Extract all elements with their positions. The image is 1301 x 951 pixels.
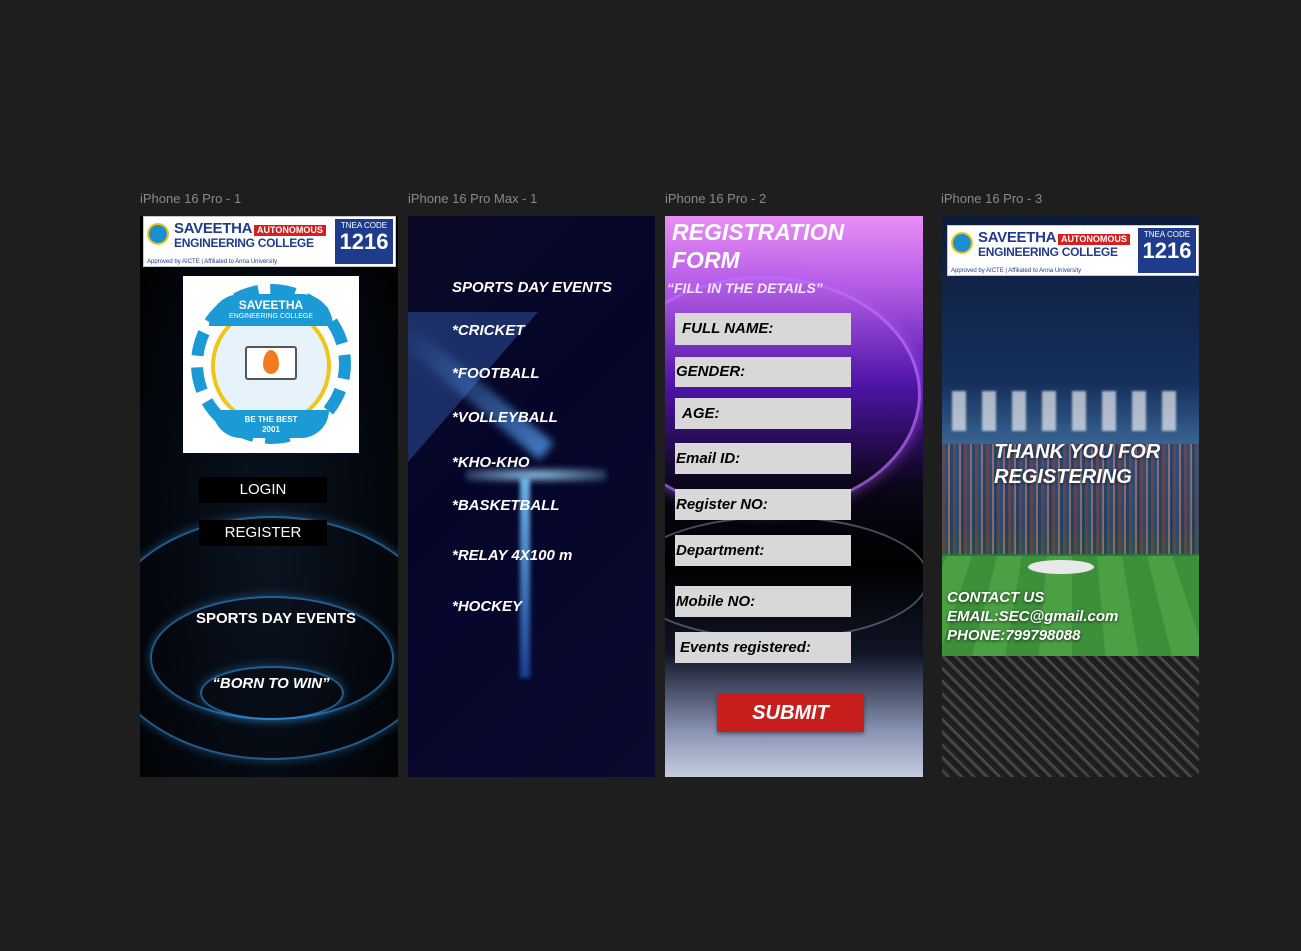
gender-field[interactable]: GENDER:	[675, 357, 851, 387]
logo-motto: BE THE BEST	[244, 415, 298, 424]
college-logo: SAVEETHA ENGINEERING COLLEGE BE THE BEST…	[183, 276, 359, 453]
frame-label-form[interactable]: iPhone 16 Pro - 2	[665, 191, 766, 206]
event-item: *CRICKET	[452, 322, 525, 339]
contact-phone[interactable]: PHONE:799798088	[947, 627, 1080, 644]
tnea-code-box: TNEA CODE 1216	[1138, 228, 1196, 273]
registration-screen: REGISTRATION FORM “FILL IN THE DETAILS” …	[665, 216, 923, 777]
autonomous-badge: AUTONOMOUS	[254, 225, 326, 236]
banner-approval: Approved by AICTE | Affiliated to Anna U…	[951, 268, 1082, 274]
logo-subtitle: ENGINEERING COLLEGE	[228, 313, 314, 320]
purple-glow-ring	[665, 276, 921, 512]
college-banner: SAVEETHA ENGINEERING COLLEGE AUTONOMOUS …	[947, 225, 1199, 276]
logo-year: 2001	[262, 425, 280, 434]
frame-label-events[interactable]: iPhone 16 Pro Max - 1	[408, 191, 537, 206]
contact-title: CONTACT US	[947, 589, 1045, 606]
home-screen: SAVEETHA ENGINEERING COLLEGE AUTONOMOUS …	[140, 216, 398, 777]
event-item: *HOCKEY	[452, 598, 523, 615]
events-title: SPORTS DAY EVENTS	[452, 279, 613, 296]
college-banner: SAVEETHA ENGINEERING COLLEGE AUTONOMOUS …	[143, 216, 396, 267]
full-name-field[interactable]: FULL NAME:	[675, 313, 851, 345]
email-field[interactable]: Email ID:	[675, 443, 851, 474]
form-title-line2: FORM	[672, 247, 740, 273]
thank-you-screen: SAVEETHA ENGINEERING COLLEGE AUTONOMOUS …	[942, 216, 1199, 777]
thank-you-line1: THANK YOU FOR	[994, 441, 1161, 463]
event-item: *BASKETBALL	[452, 497, 560, 514]
frame-label-thanks[interactable]: iPhone 16 Pro - 3	[941, 191, 1042, 206]
tnea-code: 1216	[339, 229, 389, 254]
event-item: *KHO-KHO	[452, 454, 530, 471]
register-number-field[interactable]: Register NO:	[675, 489, 851, 520]
frame-label-home[interactable]: iPhone 16 Pro - 1	[140, 191, 241, 206]
form-title-line1: REGISTRATION	[672, 219, 845, 245]
event-item: *RELAY 4X100 m	[452, 547, 573, 564]
events-registered-field[interactable]: Events registered:	[675, 632, 851, 663]
flame-drop-icon	[263, 350, 279, 374]
autonomous-badge: AUTONOMOUS	[1058, 234, 1130, 245]
college-seal-icon	[951, 232, 973, 254]
thank-you-line2: REGISTERING	[994, 466, 1132, 488]
age-field[interactable]: AGE:	[675, 398, 851, 429]
form-title: REGISTRATION FORM	[672, 218, 844, 274]
thank-you-message: THANK YOU FOR REGISTERING	[994, 440, 1160, 490]
center-circle-logo	[1028, 560, 1094, 574]
mobile-number-field[interactable]: Mobile NO:	[675, 586, 851, 617]
contact-email[interactable]: EMAIL:SEC@gmail.com	[947, 608, 1118, 625]
logo-name: SAVEETHA	[238, 298, 304, 312]
department-field[interactable]: Department:	[675, 535, 851, 566]
event-item: *FOOTBALL	[452, 365, 540, 382]
form-subtitle: “FILL IN THE DETAILS”	[667, 280, 823, 296]
tagline: “BORN TO WIN”	[212, 675, 330, 692]
event-item: *VOLLEYBALL	[452, 409, 558, 426]
stadium-lights	[952, 391, 1192, 431]
tnea-code-box: TNEA CODE 1216	[335, 219, 393, 264]
events-screen: SPORTS DAY EVENTS *CRICKET *FOOTBALL *VO…	[408, 216, 655, 777]
banner-name-line2: ENGINEERING COLLEGE	[978, 245, 1118, 259]
stadium-crowd	[942, 656, 1199, 777]
sports-day-title: SPORTS DAY EVENTS	[195, 610, 357, 627]
banner-name-line2: ENGINEERING COLLEGE	[174, 236, 314, 250]
college-seal-icon	[147, 223, 169, 245]
login-button[interactable]: LOGIN	[199, 477, 327, 503]
register-button[interactable]: REGISTER	[199, 520, 327, 546]
banner-approval: Approved by AICTE | Affiliated to Anna U…	[147, 259, 278, 265]
tnea-code: 1216	[1142, 238, 1192, 263]
submit-button[interactable]: SUBMIT	[717, 694, 864, 732]
